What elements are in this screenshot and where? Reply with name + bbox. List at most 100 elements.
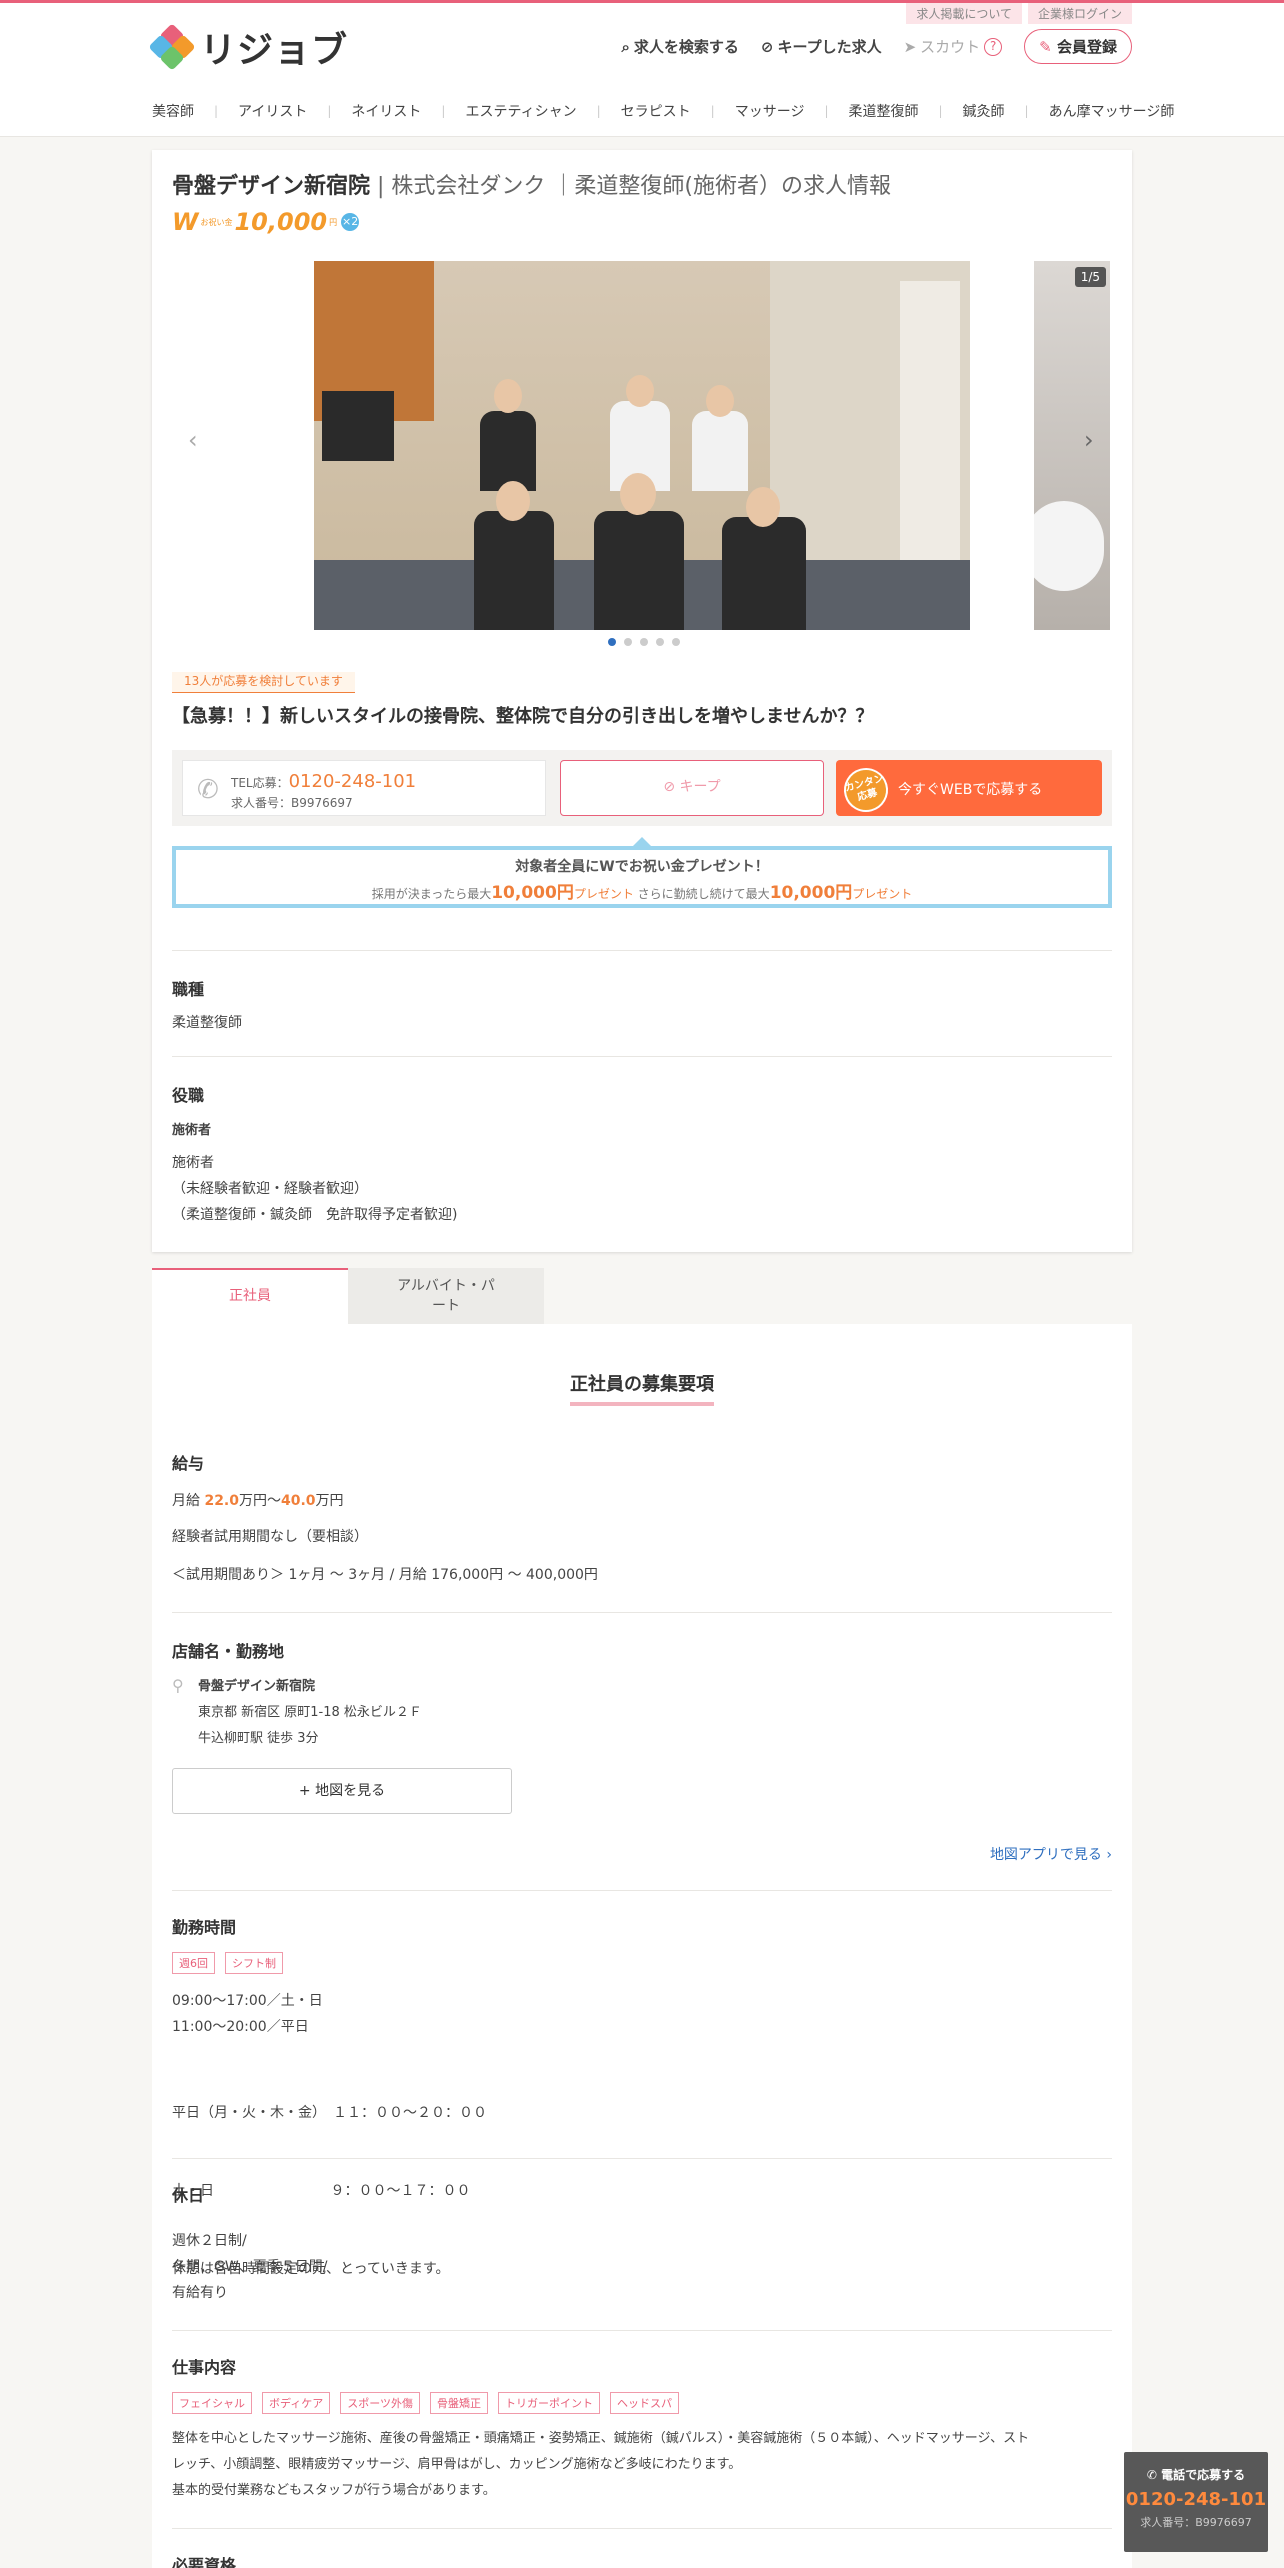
- logo-icon: [148, 23, 196, 71]
- present-text-a: 採用が決まったら最大: [371, 887, 492, 901]
- hours-tags: 週6回 シフト制: [172, 1952, 283, 1974]
- sticky-job-number: 求人番号：B9976697: [1140, 2516, 1252, 2529]
- easy-apply-badge: カンタン応募: [839, 763, 893, 817]
- send-icon: ➤: [903, 37, 917, 56]
- job-title: 骨盤デザイン新宿院 | 株式会社ダンク ｜柔道整復師(施術者）の求人情報: [172, 168, 891, 200]
- hours-line: 11:00〜20:00／平日: [172, 2019, 309, 2035]
- carousel-prev-icon[interactable]: ‹: [188, 426, 198, 454]
- present-text-b: プレゼント: [573, 887, 634, 901]
- kept-jobs-label: キープした求人: [777, 38, 882, 56]
- carousel-dot[interactable]: [640, 638, 648, 646]
- map-app-link[interactable]: 地図アプリで見る ›: [990, 1844, 1112, 1864]
- photo-door: [900, 281, 960, 581]
- category-nailist[interactable]: ネイリスト: [351, 101, 421, 121]
- tel-number: 0120-248-101: [288, 771, 417, 792]
- hours-lines: 09:00〜17:00／土・日 11:00〜20:00／平日: [172, 1988, 323, 2040]
- carousel-dot[interactable]: [608, 638, 616, 646]
- location-pin-icon: ⚲: [172, 1676, 184, 1695]
- web-apply-button[interactable]: カンタン応募 今すぐWEBで応募する: [836, 760, 1102, 817]
- work-heading: 仕事内容: [172, 2358, 237, 2377]
- work-tag: ボディケア: [262, 2392, 331, 2414]
- carousel-dots: [608, 638, 680, 646]
- divider: [172, 2528, 1112, 2529]
- salary-max: 40.0: [281, 1493, 316, 1509]
- bonus-unit: 円: [329, 217, 338, 227]
- location-station: 牛込柳町駅 徒歩 3分: [198, 1731, 319, 1746]
- kept-jobs-link[interactable]: ⊘ キープした求人: [761, 36, 882, 57]
- site-logo[interactable]: リジョブ: [148, 23, 348, 71]
- category-eyelist[interactable]: アイリスト: [238, 101, 307, 121]
- register-button[interactable]: ✎ 会員登録: [1024, 29, 1132, 64]
- sticky-tel-apply[interactable]: ✆ 電話で応募する 0120-248-101 求人番号：B9976697: [1124, 2452, 1268, 2552]
- catch-copy: 【急募！！】新しいスタイルの接骨院、整体院で自分の引き出しを増やしませんか？？: [172, 706, 874, 727]
- category-hair-stylist[interactable]: 美容師: [152, 101, 194, 121]
- category-esthetician[interactable]: エステティシャン: [465, 101, 576, 121]
- header-nav: ⌕ 求人を検索する ⊘ キープした求人 ➤ スカウト? ✎ 会員登録: [621, 29, 1132, 64]
- register-label: 会員登録: [1056, 38, 1117, 56]
- work-tags: フェイシャル ボディケア スポーツ外傷 骨盤矯正 トリガーポイント ヘッドスパ: [172, 2392, 680, 2414]
- work-line: 基本的受付業務などもスタッフが行う場合があります。: [172, 2483, 496, 2498]
- role-line: （柔道整復師・鍼灸師 免許取得予定者歓迎): [172, 1207, 458, 1223]
- link-company-login[interactable]: 企業様ログイン: [1027, 3, 1132, 24]
- scout-link[interactable]: ➤ スカウト?: [904, 36, 1003, 57]
- holiday-line: 有給有り: [172, 2285, 228, 2301]
- work-tag: フェイシャル: [172, 2392, 252, 2414]
- carousel-next-icon[interactable]: ›: [1084, 426, 1094, 454]
- category-massage[interactable]: マッサージ: [735, 101, 805, 121]
- phone-icon: ✆: [197, 775, 219, 805]
- work-tag: ヘッドスパ: [610, 2392, 680, 2414]
- keep-label: キープ: [679, 779, 721, 795]
- present-detail: 採用が決まったら最大10,000円プレゼント さらに勤続し続けて最大10,000…: [176, 878, 1108, 903]
- salary-min: 22.0: [204, 1493, 239, 1509]
- photo-face: [496, 481, 530, 521]
- photo-tv: [322, 391, 394, 461]
- present-amount-2: 10,000円: [769, 883, 853, 903]
- bonus-amount: 10,000: [234, 208, 328, 236]
- divider: |: [938, 104, 943, 118]
- show-map-button[interactable]: + 地図を見る: [172, 1768, 512, 1814]
- carousel-dot[interactable]: [656, 638, 664, 646]
- tab-full-time[interactable]: 正社員: [152, 1268, 348, 1324]
- photo-person: [474, 511, 554, 630]
- photo-face: [746, 487, 780, 527]
- occupation-value: 柔道整復師: [172, 1015, 242, 1031]
- pencil-icon: ✎: [1039, 38, 1052, 56]
- tel-prefix: TEL応募：: [231, 776, 289, 790]
- carousel-dot[interactable]: [624, 638, 632, 646]
- category-acupuncturist[interactable]: 鍼灸師: [963, 101, 1005, 121]
- carousel-dot[interactable]: [672, 638, 680, 646]
- company-title: | 株式会社ダンク ｜柔道整復師(施術者）の求人情報: [377, 174, 891, 199]
- salary-mid: 万円〜: [239, 1493, 281, 1509]
- site-header: リジョブ 求人掲載について 企業様ログイン ⌕ 求人を検索する ⊘ キープした求人 …: [0, 3, 1284, 137]
- search-icon: ⌕: [621, 37, 630, 56]
- salary-suffix: 万円: [315, 1493, 344, 1509]
- tel-apply-box[interactable]: ✆ TEL応募：0120-248-101 求人番号：B9976697: [182, 760, 546, 816]
- occupation-heading: 職種: [172, 980, 205, 999]
- recruitment-details: 正社員の募集要項 給与 月給 22.0万円〜40.0万円 経験者試用期間なし（要…: [152, 1324, 1132, 2568]
- divider: [172, 2330, 1112, 2331]
- keep-button[interactable]: ⊘ キープ: [560, 760, 824, 816]
- location-detail: 骨盤デザイン新宿院 東京都 新宿区 原町1-18 松永ビル２Ｆ 牛込柳町駅 徒歩…: [198, 1674, 422, 1752]
- paperclip-icon: ⊘: [663, 779, 676, 795]
- work-tag: トリガーポイント: [498, 2392, 601, 2414]
- salary-prefix: 月給: [172, 1493, 200, 1509]
- sticky-label-text: 電話で応募する: [1161, 2468, 1246, 2482]
- help-icon[interactable]: ?: [984, 37, 1003, 56]
- hours-tag: 週6回: [172, 1952, 215, 1974]
- sticky-tel: 0120-248-101: [1125, 2489, 1267, 2510]
- holiday-lines: 週休２日制/ 冬期、GW、夏季５日間/ 有給有り: [172, 2228, 327, 2306]
- job-number: 求人番号：B9976697: [231, 796, 353, 810]
- category-therapist[interactable]: セラピスト: [621, 101, 691, 121]
- category-anma-massage[interactable]: あん摩マッサージ師: [1049, 101, 1175, 121]
- role-heading: 役職: [172, 1086, 205, 1105]
- category-judo-therapist[interactable]: 柔道整復師: [849, 101, 919, 121]
- job-photo-next[interactable]: 1/5: [1034, 261, 1110, 630]
- job-photo-main[interactable]: [314, 261, 970, 630]
- holiday-line: 冬期、GW、夏季５日間/: [172, 2259, 328, 2275]
- details-title: 正社員の募集要項: [570, 1370, 714, 1406]
- link-listing-info[interactable]: 求人掲載について: [906, 3, 1022, 24]
- tab-part-time[interactable]: アルバイト・パート: [348, 1268, 544, 1324]
- logo-text: リジョブ: [200, 30, 349, 71]
- search-jobs-link[interactable]: ⌕ 求人を検索する: [621, 36, 738, 57]
- salary-value: 月給 22.0万円〜40.0万円: [172, 1488, 344, 1514]
